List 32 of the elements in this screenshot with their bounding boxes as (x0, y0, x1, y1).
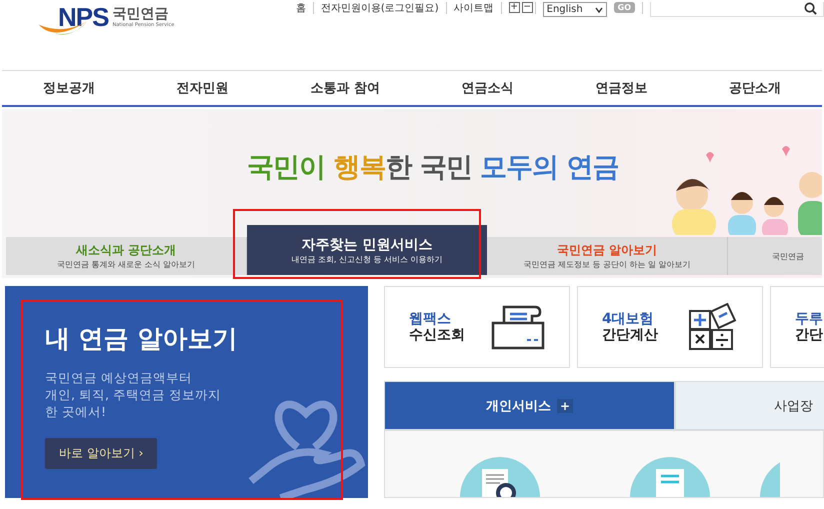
utility-link[interactable]: 홈 (296, 2, 306, 16)
search-field[interactable] (650, 2, 824, 17)
nav-menu-item[interactable]: 공단소개 (729, 79, 782, 97)
quick-service-card[interactable]: 두루 간단 (770, 286, 824, 368)
quick-service-card[interactable]: 4대보험 간단계산 (577, 286, 763, 368)
slogan-text: 국민이 행복한 국민 모두의 연금 (247, 151, 619, 185)
nav-menu-item[interactable]: 소통과 참여 (310, 79, 380, 97)
service-tab[interactable]: 개인서비스 + (384, 381, 675, 430)
nav-menu-item[interactable]: 정보공개 (42, 79, 95, 97)
nav-menu-item[interactable]: 전자민원 (176, 79, 229, 97)
service-tab[interactable]: 사업장 (675, 381, 824, 430)
quick-service-card[interactable]: 웹팩스 수신조회 (384, 286, 570, 368)
pension-card-description: 국민연금 예상연금액부터 개인, 퇴직, 주택연금 정보까지 한 곳에서! (45, 369, 222, 420)
banner-tab[interactable]: 국민연금 (728, 237, 824, 275)
font-size-button[interactable]: − (522, 2, 533, 13)
nav-menu-item[interactable]: 연금정보 (595, 79, 648, 97)
utility-link[interactable]: 전자민원이용(로그인필요) (320, 2, 439, 16)
pension-card-title: 내 연금 알아보기 (45, 323, 238, 355)
search-icon (804, 2, 817, 15)
banner-tab[interactable]: 국민연금 알아보기 국민연금 제도정보 등 공단이 하는 일 알아보기 (487, 237, 728, 275)
calculator-icon (688, 303, 738, 351)
banner-tab[interactable]: 자주찾는 민원서비스 내연금 조회, 신고신청 등 서비스 이용하기 (247, 225, 487, 275)
learn-more-button[interactable]: 바로 알아보기 › (45, 438, 158, 469)
fax-machine-icon (491, 304, 545, 350)
pension-card[interactable]: 내 연금 알아보기 국민연금 예상연금액부터 개인, 퇴직, 주택연금 정보까지 한 곳에서! 바로 알아보기 › (5, 286, 368, 498)
nav-menu-item[interactable]: 연금소식 (462, 79, 514, 97)
language-select[interactable]: English (542, 2, 607, 17)
caret-icon (594, 6, 603, 12)
logo-name: 국민연금 (112, 6, 170, 22)
font-size-button[interactable]: + (508, 2, 520, 13)
utility-link[interactable]: 사이트맵 (454, 2, 494, 16)
logo-abbr: NPS (58, 2, 108, 32)
